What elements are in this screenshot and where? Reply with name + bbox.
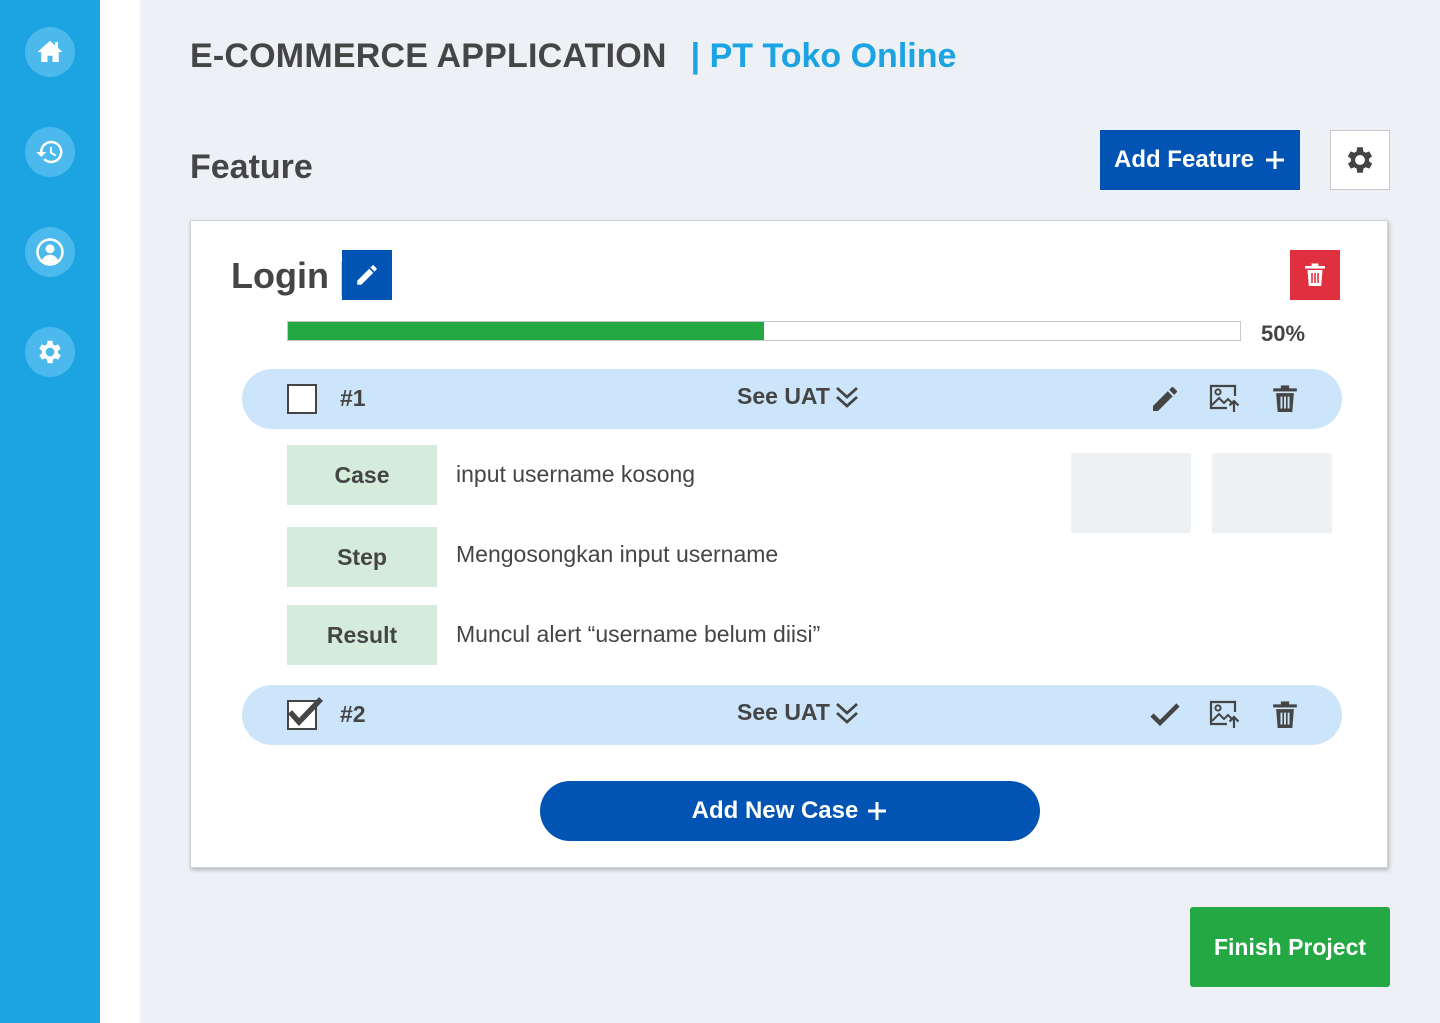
result-label: Result <box>287 605 437 665</box>
case-number: #1 <box>340 385 366 411</box>
sidebar-item-home[interactable] <box>25 27 75 77</box>
case-row: #2 See UAT <box>242 685 1342 745</box>
feature-name: Login | <box>231 255 350 296</box>
trash-icon <box>1273 385 1297 412</box>
progress-bar <box>287 321 1241 341</box>
trash-icon <box>1273 701 1297 728</box>
chevron-double-down-icon <box>835 702 858 724</box>
sidebar-gutter <box>100 0 140 1023</box>
add-new-case-label: Add New Case <box>691 797 859 824</box>
company-name: | PT Toko Online <box>690 36 957 75</box>
case-number: #2 <box>340 701 366 727</box>
image-upload-icon <box>1209 700 1240 728</box>
edit-feature-button[interactable] <box>342 250 392 300</box>
history-icon <box>36 140 63 164</box>
result-value: Muncul alert “username belum diisi” <box>456 621 821 647</box>
case-checkbox-checked[interactable] <box>287 697 323 730</box>
plus-icon <box>868 802 887 820</box>
case-checkbox[interactable] <box>287 384 317 414</box>
case-value: input username kosong <box>456 461 696 487</box>
checkmark-icon <box>287 697 323 727</box>
add-new-case-button[interactable]: Add New Case <box>540 781 1040 841</box>
trash-icon <box>1305 263 1325 286</box>
image-thumbnail[interactable] <box>1212 453 1332 533</box>
add-feature-button[interactable]: Add Feature <box>1100 130 1300 190</box>
see-uat-toggle[interactable]: See UAT <box>737 699 860 726</box>
add-feature-label: Add Feature <box>1113 146 1254 173</box>
step-label: Step <box>287 527 437 587</box>
case-label: Case <box>287 445 437 505</box>
gear-icon <box>1347 147 1373 173</box>
delete-feature-button[interactable] <box>1290 250 1340 300</box>
chevron-double-down-icon <box>835 386 858 408</box>
sidebar-item-history[interactable] <box>25 127 75 177</box>
image-upload-icon <box>1209 384 1240 412</box>
user-icon <box>36 238 64 266</box>
sidebar-item-settings[interactable] <box>25 327 75 377</box>
gear-icon <box>39 340 61 364</box>
image-thumbnail[interactable] <box>1071 453 1191 533</box>
settings-button[interactable] <box>1330 130 1390 190</box>
header: E-COMMERCE APPLICATION | PT Toko Online <box>190 34 956 78</box>
see-uat-label: See UAT <box>737 699 830 725</box>
finish-project-button[interactable]: Finish Project <box>1190 907 1390 987</box>
pencil-icon <box>1153 386 1178 411</box>
case-row: #1 See UAT <box>242 369 1342 429</box>
sidebar <box>0 0 100 1023</box>
step-value: Mengosongkan input username <box>456 541 779 567</box>
page-title: Feature <box>190 148 313 186</box>
delete-case-button[interactable] <box>1268 382 1302 416</box>
see-uat-toggle[interactable]: See UAT <box>737 383 860 410</box>
sidebar-item-profile[interactable] <box>25 227 75 277</box>
upload-image-button[interactable] <box>1208 382 1242 416</box>
edit-case-button[interactable] <box>1148 382 1182 416</box>
plus-icon <box>1266 151 1284 169</box>
feature-card: Login | 50% #1 See UAT Case input userna… <box>190 220 1388 868</box>
delete-case-button[interactable] <box>1268 698 1302 732</box>
confirm-case-button[interactable] <box>1148 698 1182 732</box>
app-title: E-COMMERCE APPLICATION <box>190 36 667 75</box>
upload-image-button[interactable] <box>1208 698 1242 732</box>
home-icon <box>37 40 63 62</box>
pencil-icon <box>357 265 377 285</box>
progress-bar-fill <box>288 322 764 340</box>
progress-label: 50% <box>1261 321 1306 346</box>
checkmark-icon <box>1150 703 1180 727</box>
see-uat-label: See UAT <box>737 383 830 409</box>
